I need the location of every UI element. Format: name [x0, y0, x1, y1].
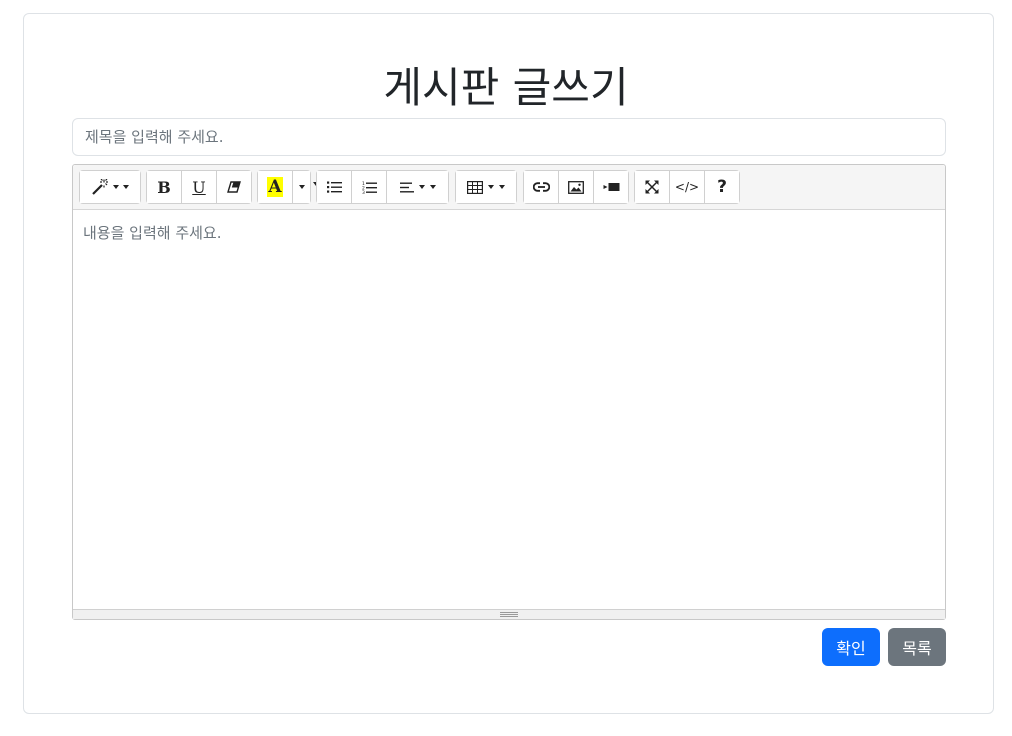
text-color-icon: A: [267, 177, 283, 197]
svg-text:3: 3: [362, 190, 365, 194]
toolbar-group-style: [79, 170, 141, 204]
content-editable-area[interactable]: 내용을 입력해 주세요.: [73, 210, 945, 609]
caret-down-icon: [429, 185, 436, 189]
link-button[interactable]: [524, 171, 559, 203]
codeview-icon: </>: [674, 180, 700, 194]
unordered-list-button[interactable]: [317, 171, 352, 203]
page-title: 게시판 글쓰기: [383, 63, 629, 112]
rich-text-editor: B U A 1 2 3 </> ? 내용을 입력해 주세요.: [72, 164, 946, 620]
magic-wand-icon: [91, 179, 109, 195]
toolbar-group-view: </> ?: [634, 170, 740, 204]
list-button[interactable]: 목록: [888, 628, 946, 666]
help-button[interactable]: ?: [705, 171, 739, 203]
resize-grip-icon: [500, 612, 518, 617]
confirm-button[interactable]: 확인: [822, 628, 880, 666]
caret-down-icon: [298, 185, 305, 189]
eraser-icon: [227, 181, 241, 193]
title-input[interactable]: [72, 118, 946, 156]
picture-icon: [568, 180, 584, 194]
style-dropdown-button[interactable]: [80, 171, 140, 203]
ordered-list-icon: 1 2 3: [362, 181, 377, 194]
align-dropdown-button[interactable]: [387, 171, 448, 203]
bold-button[interactable]: B: [147, 171, 182, 203]
toolbar-group-insert: [523, 170, 629, 204]
content-placeholder: 내용을 입력해 주세요.: [83, 224, 222, 242]
editor-toolbar: B U A 1 2 3 </> ?: [73, 165, 945, 210]
video-icon: [603, 182, 620, 192]
fullscreen-button[interactable]: [635, 171, 670, 203]
table-dropdown-button[interactable]: [456, 171, 516, 203]
codeview-button[interactable]: </>: [670, 171, 705, 203]
chevron-down-icon: [418, 185, 425, 189]
picture-button[interactable]: [559, 171, 594, 203]
toolbar-group-paragraph: 1 2 3: [316, 170, 449, 204]
bold-icon: B: [157, 177, 171, 197]
help-icon: ?: [717, 177, 727, 197]
clear-format-button[interactable]: [217, 171, 251, 203]
table-icon: [467, 180, 483, 194]
align-left-icon: [399, 182, 414, 193]
link-icon: [532, 182, 550, 192]
underline-button[interactable]: U: [182, 171, 217, 203]
caret-down-icon: [499, 185, 505, 189]
video-button[interactable]: [594, 171, 628, 203]
text-color-button[interactable]: A: [258, 171, 293, 203]
caret-down-icon: [123, 185, 129, 189]
fullscreen-icon: [645, 180, 659, 194]
color-dropdown-button[interactable]: [293, 171, 310, 203]
toolbar-group-table: [455, 170, 517, 204]
chevron-down-icon: [488, 185, 494, 189]
chevron-down-icon: [113, 185, 119, 189]
editor-resize-bar[interactable]: [73, 609, 945, 619]
unordered-list-icon: [326, 181, 342, 193]
ordered-list-button[interactable]: 1 2 3: [352, 171, 387, 203]
toolbar-group-font: B U: [146, 170, 252, 204]
toolbar-group-color: A: [257, 170, 311, 204]
underline-icon: U: [192, 177, 206, 197]
